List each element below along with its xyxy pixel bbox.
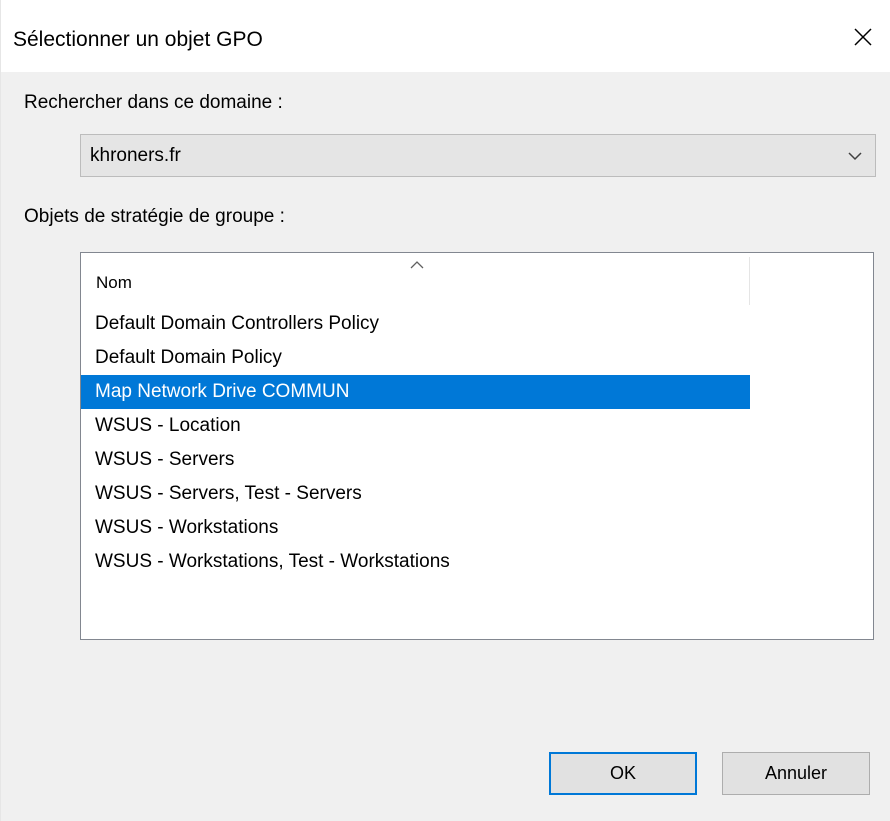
list-item[interactable]: WSUS - Servers, Test - Servers bbox=[81, 477, 750, 511]
gpo-list-label: Objets de stratégie de groupe : bbox=[24, 206, 285, 227]
domain-label: Rechercher dans ce domaine : bbox=[24, 92, 283, 113]
ok-button[interactable]: OK bbox=[549, 752, 697, 795]
gpo-list[interactable]: Nom Default Domain Controllers Policy De… bbox=[80, 252, 874, 640]
list-item[interactable]: WSUS - Location bbox=[81, 409, 750, 443]
list-item[interactable]: WSUS - Servers bbox=[81, 443, 750, 477]
list-item[interactable]: Map Network Drive COMMUN bbox=[81, 375, 750, 409]
domain-dropdown-value: khroners.fr bbox=[90, 144, 181, 166]
cancel-button[interactable]: Annuler bbox=[722, 752, 870, 795]
close-icon bbox=[854, 28, 872, 46]
dialog-title: Sélectionner un objet GPO bbox=[13, 28, 263, 51]
title-bar: Sélectionner un objet GPO bbox=[1, 0, 890, 72]
sort-ascending-icon bbox=[409, 257, 425, 275]
column-divider[interactable] bbox=[749, 257, 750, 305]
list-item[interactable]: Default Domain Controllers Policy bbox=[81, 307, 750, 341]
chevron-down-icon bbox=[835, 135, 875, 176]
gpo-selection-dialog: Sélectionner un objet GPO Rechercher dan… bbox=[0, 0, 890, 821]
list-item[interactable]: Default Domain Policy bbox=[81, 341, 750, 375]
column-header-name[interactable]: Nom bbox=[81, 253, 750, 305]
list-item[interactable]: WSUS - Workstations, Test - Workstations bbox=[81, 545, 750, 579]
close-button[interactable] bbox=[835, 12, 890, 62]
domain-dropdown[interactable]: khroners.fr bbox=[80, 134, 876, 177]
list-item[interactable]: WSUS - Workstations bbox=[81, 511, 750, 545]
gpo-rows: Default Domain Controllers Policy Defaul… bbox=[81, 307, 750, 579]
column-header-label: Nom bbox=[96, 273, 132, 292]
